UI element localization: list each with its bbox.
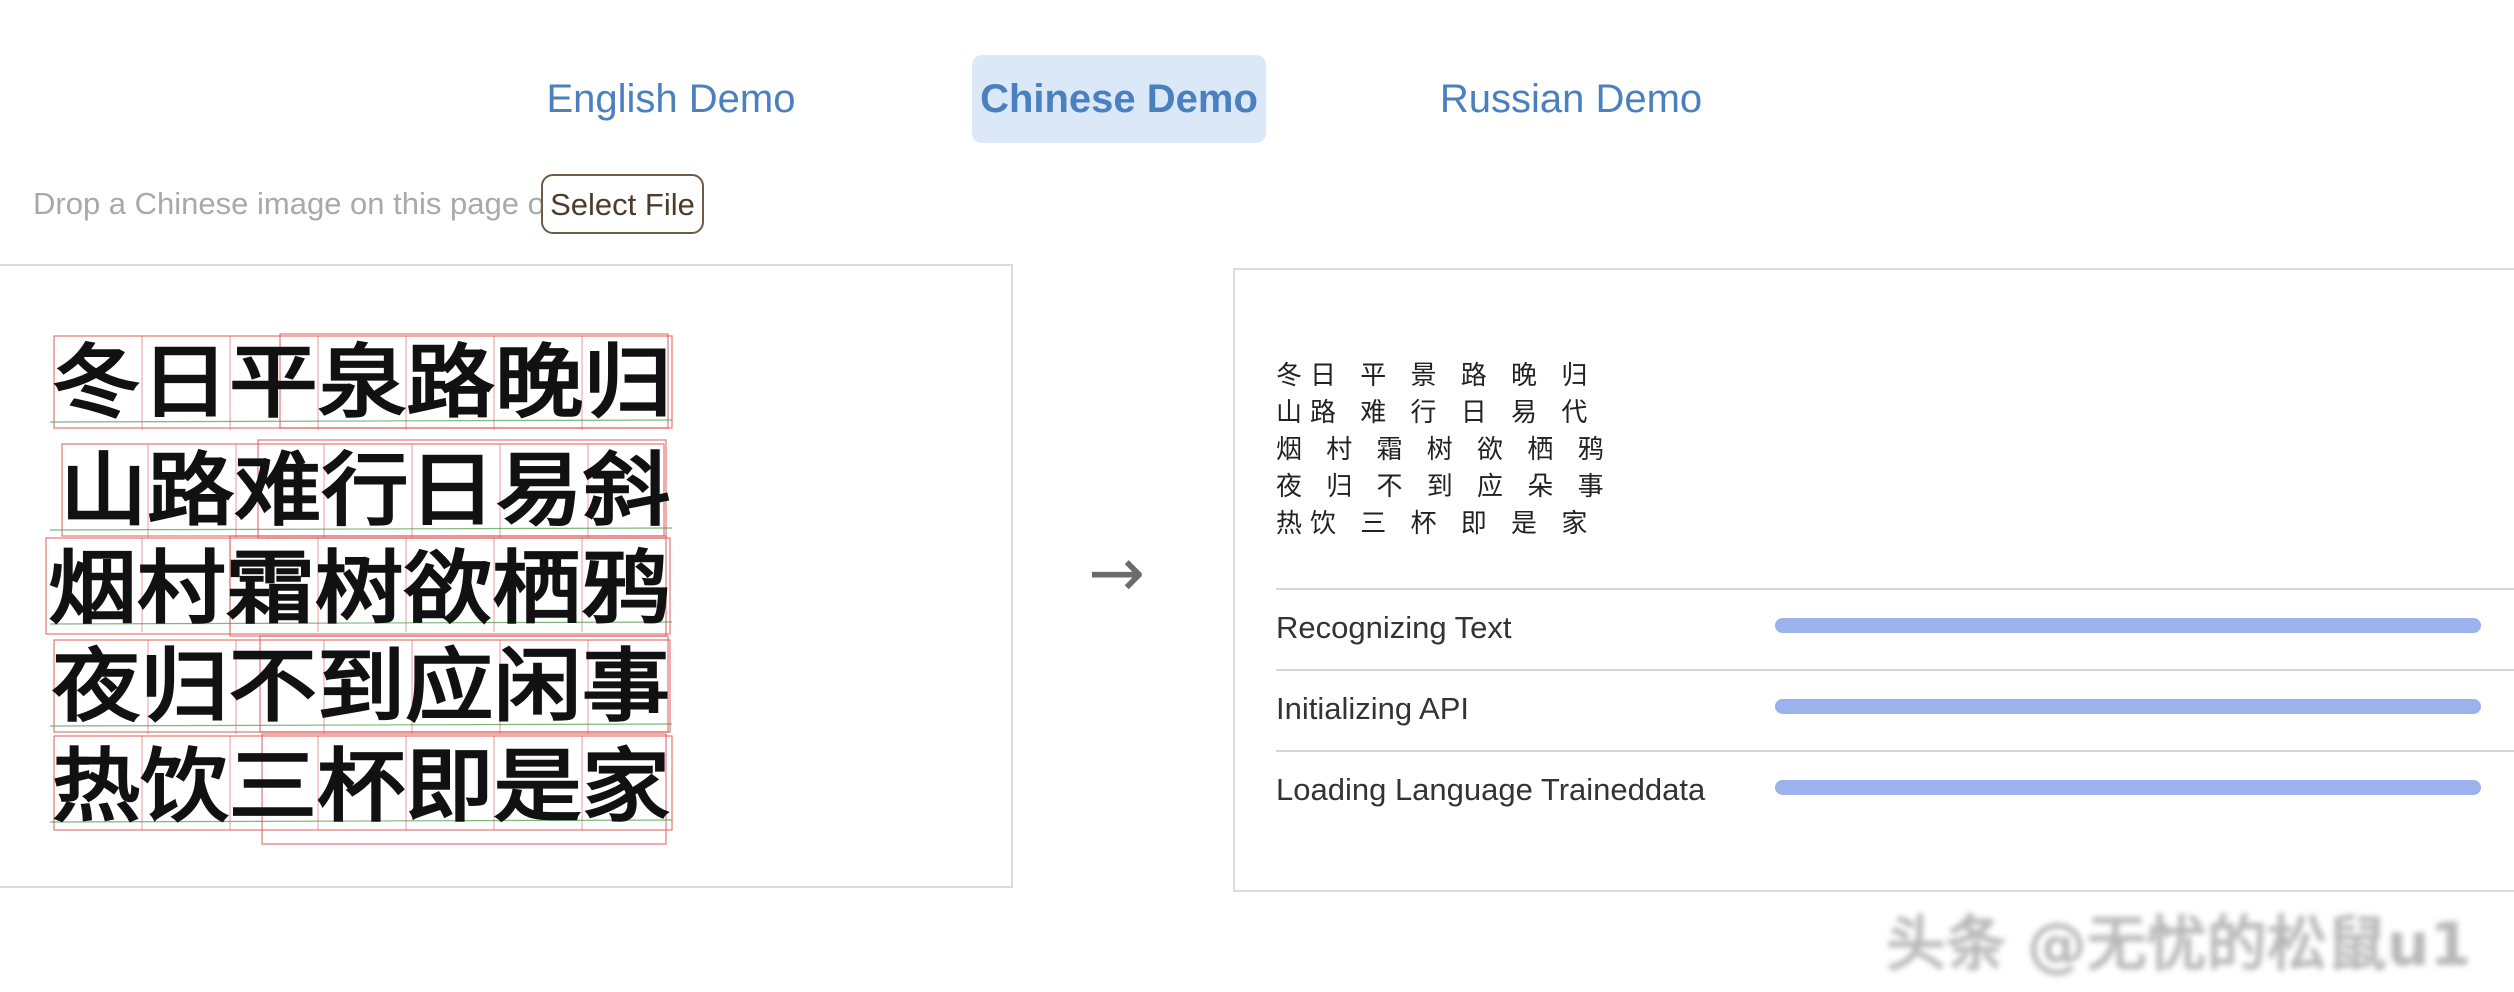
progress-bar [1775,699,2481,714]
status-row-recognizing-text: Recognizing Text [1276,588,2514,671]
progress-fill [1775,699,2481,714]
image-line: 山路难行日易斜 [60,443,670,537]
image-line: 冬日平泉路晚归 [52,335,672,429]
output-panel: 冬日 平 景 路 晚 归 山路 难 行 日 易 代 烟 村 霜 树 欲 栖 鸦 … [1233,268,2514,892]
image-line: 夜归不到应闲事 [51,639,670,733]
watermark: 头条 @无忧的松鼠u1 [1886,910,2472,980]
image-line: 热饮三杯即是家 [52,739,670,833]
image-line: 烟村霜树欲栖鸦 [48,541,670,635]
progress-bar [1775,618,2481,633]
status-label: Loading Language Traineddata [1276,772,1706,807]
status-row-loading-traineddata: Loading Language Traineddata [1276,750,2514,833]
tab-english-demo[interactable]: English Demo [541,55,801,143]
progress-fill [1775,780,2481,795]
status-label: Recognizing Text [1276,610,1512,645]
arrow-right-icon: → [1088,534,1145,613]
progress-bar [1775,780,2481,795]
progress-fill [1775,618,2481,633]
select-file-button[interactable]: Select File [541,174,704,234]
tab-russian-demo[interactable]: Russian Demo [1431,55,1711,143]
input-image-panel[interactable]: 冬日平泉路晚归 山路难行日易斜 烟村霜树欲栖鸦 夜归不到应闲事 热饮三杯即是家 [0,264,1013,888]
input-image: 冬日平泉路晚归 山路难行日易斜 烟村霜树欲栖鸦 夜归不到应闲事 热饮三杯即是家 [45,333,673,845]
status-label: Initializing API [1276,691,1469,726]
tab-chinese-demo[interactable]: Chinese Demo [972,55,1266,143]
status-row-initializing-api: Initializing API [1276,669,2514,752]
recognized-text: 冬日 平 景 路 晚 归 山路 难 行 日 易 代 烟 村 霜 树 欲 栖 鸦 … [1276,361,1612,539]
drop-instructions: Drop a Chinese image on this page or [33,186,556,221]
